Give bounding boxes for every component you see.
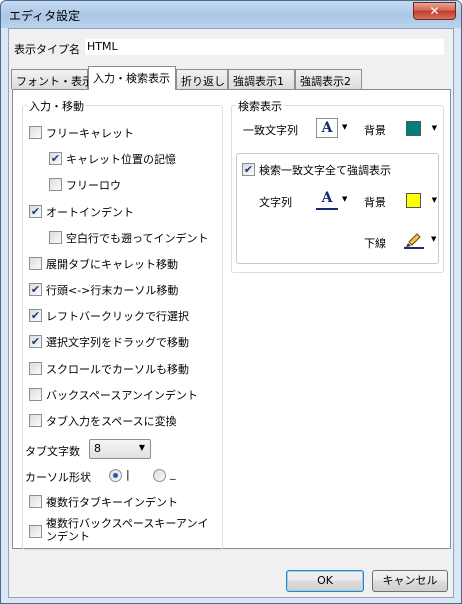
tab-highlight-1[interactable]: 強調表示1 [228,69,295,89]
checkbox-box[interactable]: ✔ [29,335,42,348]
input-group-title: 入力・移動 [27,98,86,114]
checkbox-label: 行頭<->行末カーソル移動 [46,284,179,297]
checkbox-label: スクロールでカーソルも移動 [46,363,189,376]
checkbox-box[interactable]: ✔ [242,163,255,176]
checkbox-box[interactable] [29,126,42,139]
string-label: 文字列 [259,196,292,209]
checkbox-label: 複数行タブキーインデント [46,496,178,509]
pen-icon [404,233,424,249]
checkbox-box[interactable] [29,362,42,375]
dialog-window: エディタ設定 ✕ 表示タイプ名 HTML フォント・表示 入力・検索表示 折り返… [0,0,462,604]
highlight-text-color-button[interactable]: A ▼ [316,190,350,210]
ok-button[interactable]: OK [286,570,364,592]
checkbox-label: キャレット位置の記憶 [66,153,176,166]
tab-highlight-2[interactable]: 強調表示2 [295,69,362,89]
checkbox-label: 展開タブにキャレット移動 [46,258,178,271]
radio-cursor-bar-label: | [126,468,130,481]
checkbox-label: 検索一致文字全て強調表示 [259,164,391,177]
chevron-down-icon: ▼ [138,443,145,452]
match-text-label: 一致文字列 [243,124,298,137]
underline-color-button[interactable]: ▼ [401,230,439,250]
checkbox-box[interactable] [29,525,42,538]
checkbox-label: 空白行でも遡ってインデント [66,232,209,245]
match-bg-color-button[interactable]: ▼ [405,119,439,139]
font-color-icon: A [316,190,338,210]
chevron-down-icon: ▼ [342,123,348,131]
color-swatch [406,121,421,136]
title-bar[interactable]: エディタ設定 ✕ [1,1,461,28]
close-button[interactable]: ✕ [413,2,456,20]
highlight-bg-color-button[interactable]: ▼ [405,191,439,211]
tab-input-search[interactable]: 入力・検索表示 [88,66,176,90]
checkbox-label: オートインデント [46,206,134,219]
underline-label: 下線 [364,237,386,250]
type-name-label: 表示タイプ名 [14,43,80,56]
cursor-shape-label: カーソル形状 [25,471,91,484]
checkbox-box[interactable] [29,414,42,427]
checkbox-label: 選択文字列をドラッグで移動 [46,336,189,349]
search-group-title: 検索表示 [236,98,284,114]
checkbox-label: フリーキャレット [46,127,134,140]
checkbox-label: タブ入力をスペースに変換 [46,415,177,428]
tab-panel: 入力・移動 フリーキャレット ✔ キャレット位置の記憶 フリーロウ ✔ オートイ… [12,89,451,550]
tab-width-label: タブ文字数 [25,445,80,458]
checkbox-box[interactable] [29,257,42,270]
chevron-down-icon: ▼ [342,195,348,203]
checkbox-box[interactable]: ✔ [49,152,62,165]
radio-cursor-underscore[interactable] [153,469,166,482]
match-text-color-button[interactable]: A ▼ [316,118,350,138]
tab-wrap[interactable]: 折り返し [176,69,228,89]
window-title: エディタ設定 [9,9,81,23]
checkbox-label: レフトバークリックで行選択 [46,310,189,323]
checkbox-label: 複数行バックスペースキーアンインデント [46,517,209,543]
cancel-button[interactable]: キャンセル [372,570,448,592]
highlight-bg-label: 背景 [364,196,386,209]
checkbox-box[interactable] [49,178,62,191]
checkbox-box[interactable]: ✔ [29,309,42,322]
checkbox-box[interactable] [29,388,42,401]
checkbox-box[interactable]: ✔ [29,205,42,218]
color-swatch [406,193,421,208]
chevron-down-icon: ▼ [431,196,437,204]
radio-cursor-bar[interactable] [109,469,122,482]
tab-font-display[interactable]: フォント・表示 [11,69,93,89]
checkbox-box[interactable] [29,495,42,508]
dialog-client: 表示タイプ名 HTML フォント・表示 入力・検索表示 折り返し 強調表示1 強… [8,28,454,598]
checkbox-label: バックスペースアンインデント [46,389,198,402]
type-name-field[interactable]: HTML [84,38,445,56]
checkbox-label: フリーロウ [66,179,121,192]
chevron-down-icon: ▼ [431,124,437,132]
radio-cursor-underscore-label: _ [170,467,176,480]
checkbox-box[interactable] [49,231,62,244]
chevron-down-icon: ▼ [431,235,437,243]
font-color-icon: A [316,118,338,138]
match-bg-label: 背景 [364,124,386,137]
checkbox-box[interactable]: ✔ [29,283,42,296]
tab-width-select[interactable]: 8 ▼ [89,439,151,459]
tab-width-value: 8 [94,442,101,455]
